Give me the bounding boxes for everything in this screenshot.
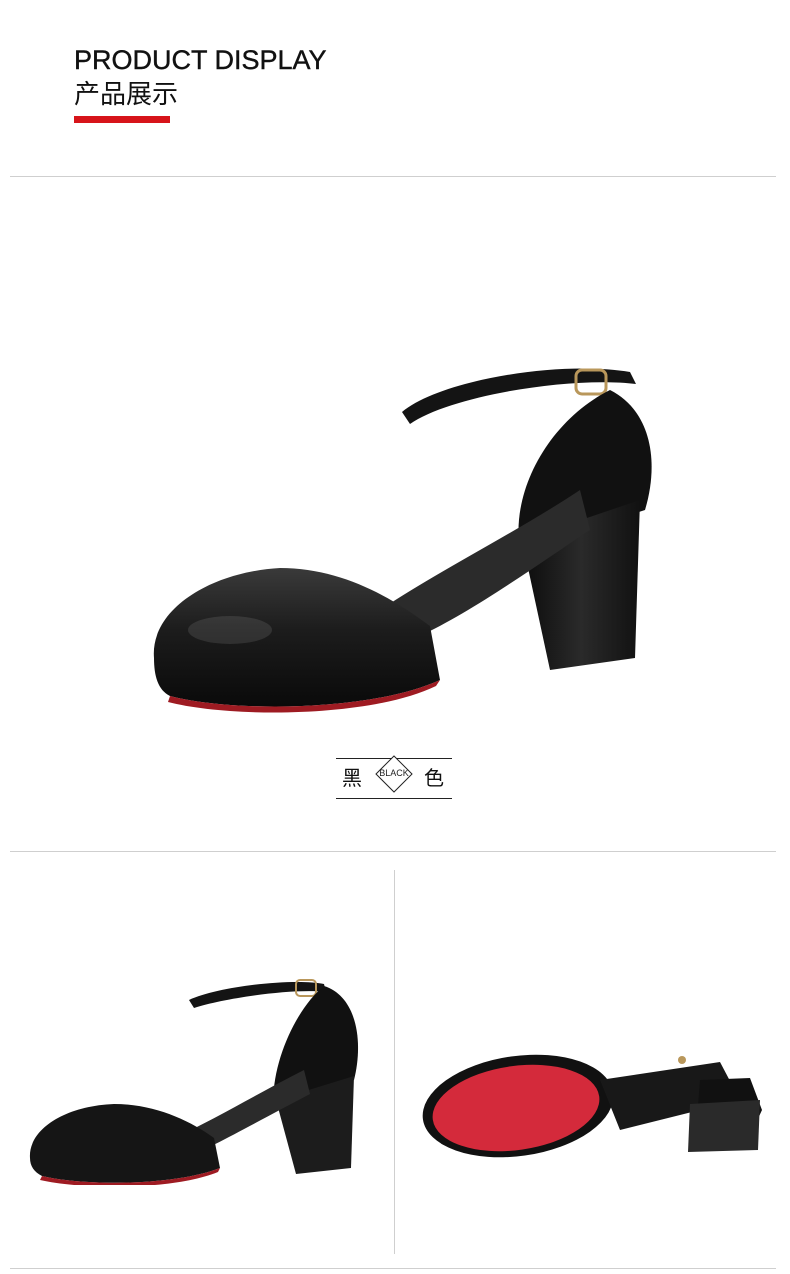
color-label: 黑 BLACK 色	[336, 748, 452, 800]
product-main-image	[153, 368, 652, 713]
divider-vertical	[394, 870, 395, 1254]
color-label-bottom-rule	[336, 798, 452, 799]
title-accent-bar	[74, 116, 170, 123]
color-name-cn-2: 色	[424, 766, 444, 790]
color-name-cn-1: 黑	[342, 766, 362, 790]
divider-middle	[10, 851, 776, 852]
color-badge: BLACK	[379, 768, 409, 778]
section-title-cn: 产品展示	[74, 80, 179, 110]
divider-top	[10, 176, 776, 177]
product-detail-image-sole	[422, 1054, 762, 1158]
section-title-en: PRODUCT DISPLAY	[74, 45, 327, 75]
section-header: PRODUCT DISPLAY 产品展示	[74, 44, 327, 112]
product-detail-image-side	[29, 979, 359, 1185]
divider-bottom	[10, 1268, 776, 1269]
